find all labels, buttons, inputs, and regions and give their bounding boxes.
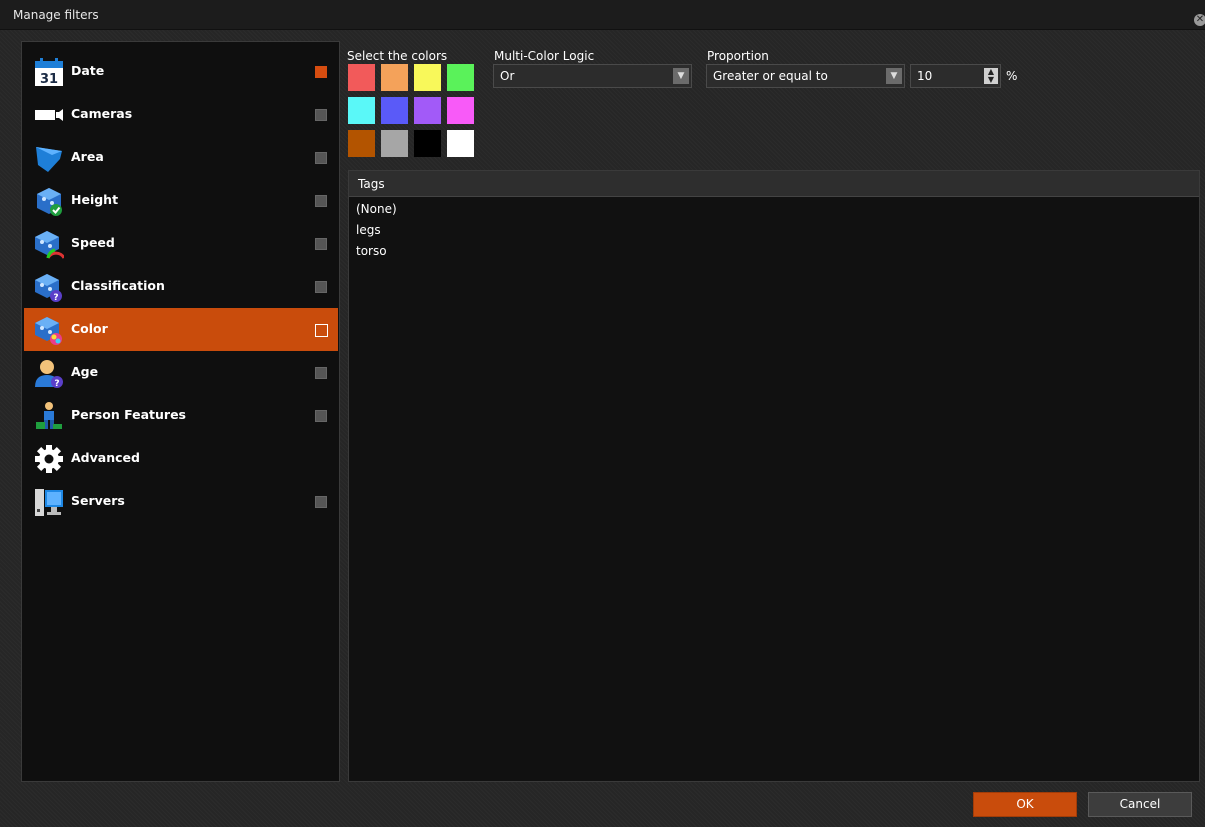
- filter-active-indicator[interactable]: [315, 324, 328, 337]
- proportion-value: 10: [917, 69, 933, 83]
- select-colors-label: Select the colors: [347, 49, 448, 63]
- svg-text:?: ?: [53, 293, 58, 302]
- color-swatch[interactable]: [381, 64, 408, 91]
- person-features-icon: [36, 402, 62, 429]
- filter-active-indicator[interactable]: [315, 238, 327, 250]
- servers-icon: [35, 489, 63, 516]
- list-item[interactable]: legs: [356, 223, 381, 237]
- sidebar-item-label: Age: [71, 364, 99, 379]
- sidebar-item-label: Height: [71, 192, 119, 207]
- tags-list: Tags (None) legs torso: [348, 170, 1200, 782]
- color-swatch[interactable]: [381, 97, 408, 124]
- color-swatch[interactable]: [447, 130, 474, 157]
- filter-active-indicator[interactable]: [315, 66, 327, 78]
- filter-active-indicator[interactable]: [315, 195, 327, 207]
- svg-text:31: 31: [40, 72, 58, 87]
- filter-active-indicator[interactable]: [315, 152, 327, 164]
- title-bar: Manage filters ✕: [0, 0, 1205, 30]
- close-icon[interactable]: ✕: [1194, 14, 1205, 26]
- sidebar-item-label: Speed: [71, 235, 115, 250]
- calendar-icon: 31: [35, 58, 63, 87]
- proportion-operator-select[interactable]: Greater or equal to ▼: [706, 64, 905, 88]
- proportion-value-stepper[interactable]: 10 ▲ ▼: [910, 64, 1001, 88]
- list-item[interactable]: (None): [356, 202, 397, 216]
- svg-text:?: ?: [54, 379, 59, 388]
- tags-header-label: Tags: [358, 177, 385, 191]
- sidebar-item-label: Advanced: [71, 450, 140, 465]
- sidebar-item-speed[interactable]: Speed: [24, 222, 338, 265]
- chevron-down-icon[interactable]: ▼: [673, 68, 689, 84]
- cancel-button[interactable]: Cancel: [1088, 792, 1192, 817]
- sidebar-item-label: Area: [71, 149, 104, 164]
- color-swatch[interactable]: [447, 64, 474, 91]
- sidebar-item-area[interactable]: Area: [24, 136, 338, 179]
- speed-icon: [35, 231, 64, 259]
- color-swatch[interactable]: [348, 64, 375, 91]
- sidebar-item-advanced[interactable]: Advanced: [24, 437, 338, 480]
- filter-category-list: 31 Date Cameras Area Height Speed ? Clas…: [21, 41, 340, 782]
- color-swatch[interactable]: [381, 130, 408, 157]
- sidebar-item-label: Color: [71, 321, 108, 336]
- window-title: Manage filters: [13, 8, 99, 22]
- color-swatch[interactable]: [414, 64, 441, 91]
- sidebar-item-label: Servers: [71, 493, 125, 508]
- color-icon: [35, 317, 62, 345]
- manage-filters-dialog: Manage filters ✕ 31 Date Cameras Area He…: [0, 0, 1205, 827]
- gear-icon: [35, 445, 63, 473]
- chevron-down-icon[interactable]: ▼: [886, 68, 902, 84]
- filter-active-indicator[interactable]: [315, 410, 327, 422]
- multi-color-logic-select[interactable]: Or ▼: [493, 64, 692, 88]
- ok-button[interactable]: OK: [973, 792, 1077, 817]
- multi-color-logic-label: Multi-Color Logic: [494, 49, 595, 63]
- spinner-arrows-icon[interactable]: ▲ ▼: [984, 68, 998, 84]
- filter-active-indicator[interactable]: [315, 281, 327, 293]
- height-icon: [37, 188, 62, 216]
- sidebar-item-label: Date: [71, 63, 105, 78]
- filter-active-indicator[interactable]: [315, 109, 327, 121]
- sidebar-item-servers[interactable]: Servers: [24, 480, 338, 523]
- sidebar-item-label: Person Features: [71, 407, 186, 422]
- list-item[interactable]: torso: [356, 244, 387, 258]
- sidebar-item-height[interactable]: Height: [24, 179, 338, 222]
- sidebar-item-cameras[interactable]: Cameras: [24, 93, 338, 136]
- color-swatch[interactable]: [348, 97, 375, 124]
- multi-color-logic-value: Or: [500, 69, 515, 83]
- sidebar-item-label: Cameras: [71, 106, 133, 121]
- sidebar-item-label: Classification: [71, 278, 165, 293]
- filter-active-indicator[interactable]: [315, 367, 327, 379]
- color-swatch[interactable]: [348, 130, 375, 157]
- sidebar-item-age[interactable]: ? Age: [24, 351, 338, 394]
- sidebar-item-color[interactable]: Color: [24, 308, 338, 351]
- age-icon: ?: [35, 360, 63, 388]
- proportion-label: Proportion: [707, 49, 769, 63]
- sidebar-item-date[interactable]: 31 Date: [24, 50, 338, 93]
- tags-header: Tags: [349, 171, 1199, 197]
- filter-active-indicator[interactable]: [315, 496, 327, 508]
- color-swatch[interactable]: [414, 130, 441, 157]
- color-swatch[interactable]: [414, 97, 441, 124]
- camera-icon: [35, 109, 63, 121]
- area-icon: [36, 147, 62, 172]
- classification-icon: ?: [35, 274, 62, 302]
- color-swatch[interactable]: [447, 97, 474, 124]
- proportion-unit: %: [1006, 69, 1018, 83]
- sidebar-item-classification[interactable]: ? Classification: [24, 265, 338, 308]
- sidebar-item-person-features[interactable]: Person Features: [24, 394, 338, 437]
- proportion-operator-value: Greater or equal to: [713, 69, 828, 83]
